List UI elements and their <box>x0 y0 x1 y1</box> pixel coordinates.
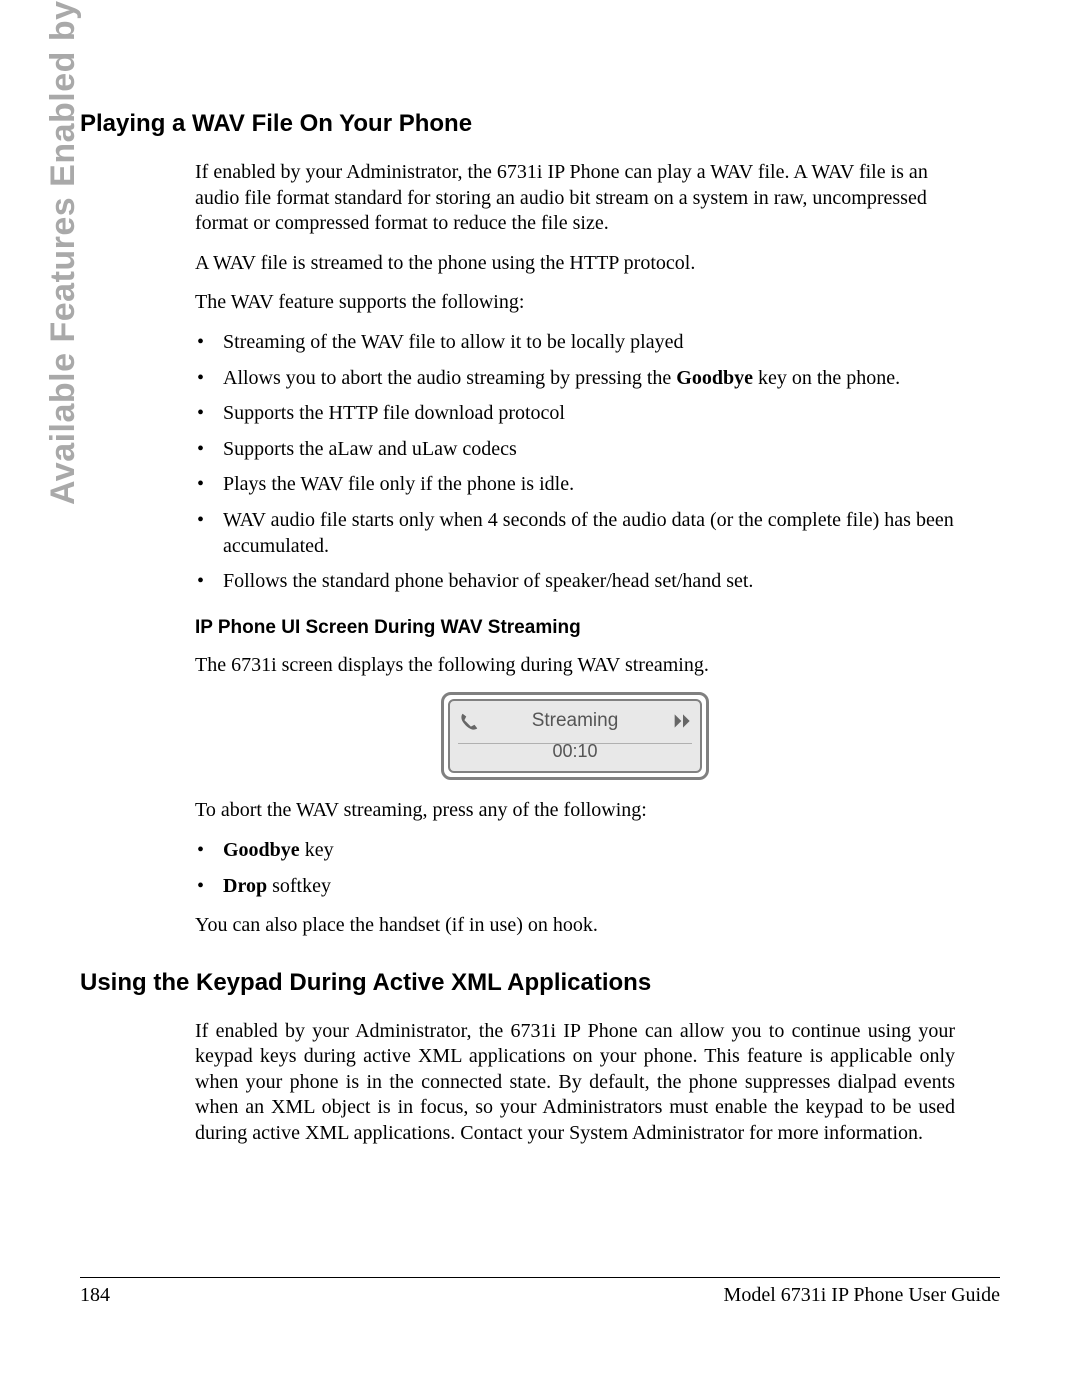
list-item: Streaming of the WAV file to allow it to… <box>195 330 955 356</box>
phone-divider <box>458 743 692 744</box>
para: If enabled by your Administrator, the 67… <box>195 160 955 237</box>
feature-bullet-list: Streaming of the WAV file to allow it to… <box>195 330 955 595</box>
phone-screen-figure: Streaming 00:10 <box>441 692 709 780</box>
phone-line2-text: 00:10 <box>552 741 597 761</box>
heading-playing-wav: Playing a WAV File On Your Phone <box>80 110 1000 138</box>
para: If enabled by your Administrator, the 67… <box>195 1019 955 1147</box>
phone-line1-text: Streaming <box>532 710 619 732</box>
document-title: Model 6731i IP Phone User Guide <box>724 1284 1000 1307</box>
list-item: Supports the HTTP file download protocol <box>195 401 955 427</box>
para: To abort the WAV streaming, press any of… <box>195 798 955 824</box>
list-item: Follows the standard phone behavior of s… <box>195 569 955 595</box>
para: The WAV feature supports the following: <box>195 290 955 316</box>
para: A WAV file is streamed to the phone usin… <box>195 251 955 277</box>
page-content: Playing a WAV File On Your Phone If enab… <box>80 0 1000 1161</box>
list-item: Supports the aLaw and uLaw codecs <box>195 437 955 463</box>
section2-body: If enabled by your Administrator, the 67… <box>195 1019 955 1147</box>
subheading-ip-phone-ui: IP Phone UI Screen During WAV Streaming <box>195 617 955 639</box>
phone-outer-frame: Streaming 00:10 <box>441 692 709 780</box>
abort-bullet-list: Goodbye key Drop softkey <box>195 838 955 899</box>
phone-inner-screen: Streaming 00:10 <box>448 699 702 773</box>
section1-body: If enabled by your Administrator, the 67… <box>195 160 955 939</box>
list-item: Allows you to abort the audio streaming … <box>195 366 955 392</box>
side-section-label: Available Features Enabled by Administra… <box>44 0 83 505</box>
heading-using-keypad: Using the Keypad During Active XML Appli… <box>80 969 1000 997</box>
para: You can also place the handset (if in us… <box>195 913 955 939</box>
fast-forward-icon <box>672 711 694 733</box>
list-item: WAV audio file starts only when 4 second… <box>195 508 955 559</box>
page-number: 184 <box>80 1284 110 1307</box>
para: The 6731i screen displays the following … <box>195 653 955 679</box>
page-footer: 184 Model 6731i IP Phone User Guide <box>80 1277 1000 1307</box>
list-item: Drop softkey <box>195 874 955 900</box>
footer-rule <box>80 1277 1000 1278</box>
list-item: Goodbye key <box>195 838 955 864</box>
list-item: Plays the WAV file only if the phone is … <box>195 472 955 498</box>
section2: Using the Keypad During Active XML Appli… <box>80 969 1000 1147</box>
